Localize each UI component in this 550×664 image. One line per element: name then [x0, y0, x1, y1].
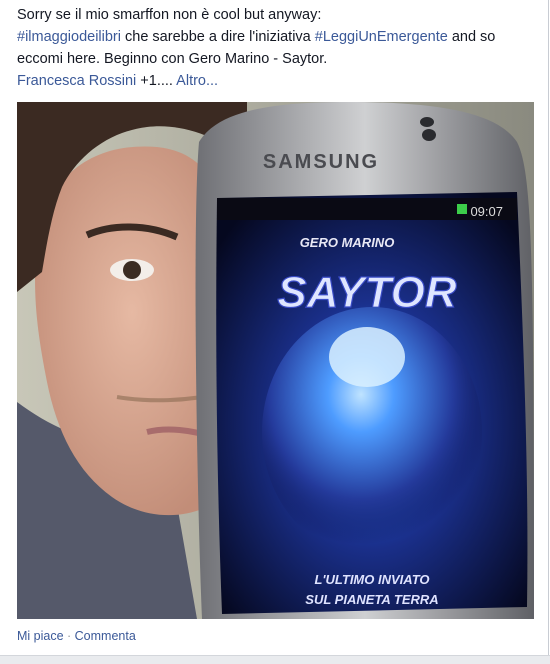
- post-photo[interactable]: SAMSUNG 09:07 GERO MARINO SAYTOR L'ULTIM…: [17, 102, 534, 619]
- like-link[interactable]: Mi piace: [17, 629, 64, 643]
- book-author-label: GERO MARINO: [300, 235, 395, 250]
- photo-illustration: SAMSUNG 09:07 GERO MARINO SAYTOR L'ULTIM…: [17, 102, 534, 619]
- book-subtitle-line2: SUL PIANETA TERRA: [305, 592, 438, 607]
- battery-icon: [457, 204, 467, 214]
- post-text-line1: Sorry se il mio smarffon non è cool but …: [17, 7, 322, 23]
- more-link[interactable]: Altro...: [176, 73, 218, 89]
- card-right-border: [548, 0, 549, 655]
- status-time-label: 09:07: [470, 204, 503, 219]
- plus-count: +1....: [136, 73, 177, 89]
- phone-brand-label: SAMSUNG: [263, 151, 379, 173]
- book-subtitle-line1: L'ULTIMO INVIATO: [314, 572, 429, 587]
- eye-iris-shape: [123, 261, 141, 279]
- hashtag-leggiunemergente[interactable]: #LeggiUnEmergente: [315, 29, 448, 45]
- phone-sensor-icon: [422, 129, 436, 141]
- action-separator: ·: [63, 629, 75, 643]
- post-text: Sorry se il mio smarffon non è cool but …: [17, 4, 537, 70]
- post-text-mid: che sarebbe a dire l'iniziativa: [120, 29, 315, 45]
- tagged-people-line: Francesca Rossini +1.... Altro...: [17, 71, 218, 91]
- phone-camera-icon: [420, 117, 434, 127]
- glow-highlight-shape: [329, 327, 405, 387]
- tagged-person-link[interactable]: Francesca Rossini: [17, 73, 136, 89]
- hashtag-ilmaggiodeilibri[interactable]: #ilmaggiodeilibri: [17, 29, 121, 45]
- post-actions: Mi piace · Commenta: [17, 629, 136, 643]
- comment-link[interactable]: Commenta: [75, 629, 136, 643]
